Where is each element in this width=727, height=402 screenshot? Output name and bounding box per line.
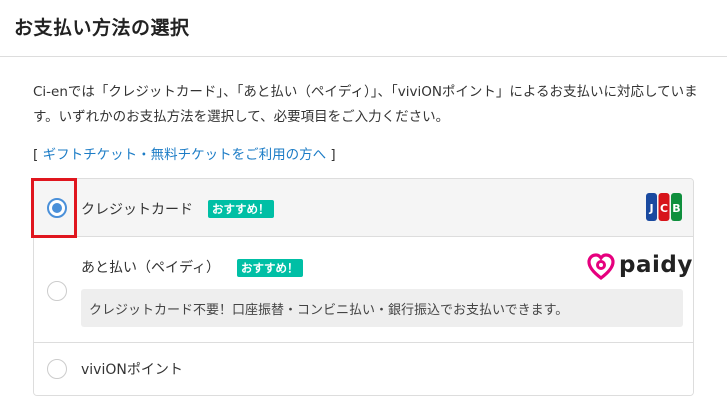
recommended-badge: おすすめ！ — [237, 259, 303, 277]
open-bracket: [ — [33, 147, 39, 163]
vivion-points-radio[interactable] — [47, 359, 67, 379]
page-title: お支払い方法の選択 — [14, 17, 190, 39]
payment-option-vivion-points[interactable]: viviONポイント — [34, 343, 693, 395]
vivion-points-label: viviONポイント — [81, 362, 183, 378]
gift-ticket-notice: [ ギフトチケット・無料チケットをご利用の方へ ] — [33, 143, 336, 163]
selection-highlight-box — [31, 178, 77, 238]
payment-option-credit-card[interactable]: クレジットカード おすすめ！ J C B — [34, 179, 693, 237]
close-bracket: ] — [330, 147, 336, 163]
recommended-badge: おすすめ！ — [208, 200, 274, 218]
payment-options-list: クレジットカード おすすめ！ J C B あと払い（ペイディ） おすすめ！ pa… — [33, 178, 694, 396]
svg-text:C: C — [660, 202, 668, 215]
paidy-mark-icon — [587, 253, 615, 281]
credit-card-label: クレジットカード — [81, 202, 193, 218]
jcb-logo: J C B — [646, 193, 682, 221]
intro-text: Ci-enでは「クレジットカード」、「あと払い（ペイディ）」、「viviONポイ… — [33, 84, 698, 125]
paidy-radio[interactable] — [47, 281, 67, 301]
gift-ticket-link[interactable]: ギフトチケット・無料チケットをご利用の方へ — [43, 147, 327, 163]
page-header: お支払い方法の選択 — [0, 0, 727, 57]
paidy-description: クレジットカード不要！口座振替・コンビニ払い・銀行振込でお支払いできます。 — [81, 289, 683, 327]
paidy-label: あと払い（ペイディ） — [81, 260, 221, 276]
svg-text:B: B — [672, 202, 680, 215]
svg-text:J: J — [648, 202, 653, 215]
paidy-wordmark: paidy — [619, 252, 693, 278]
paidy-logo: paidy — [587, 252, 692, 281]
payment-option-paidy[interactable]: あと払い（ペイディ） おすすめ！ paidy クレジットカード不要！口座振替・コ… — [34, 237, 693, 343]
